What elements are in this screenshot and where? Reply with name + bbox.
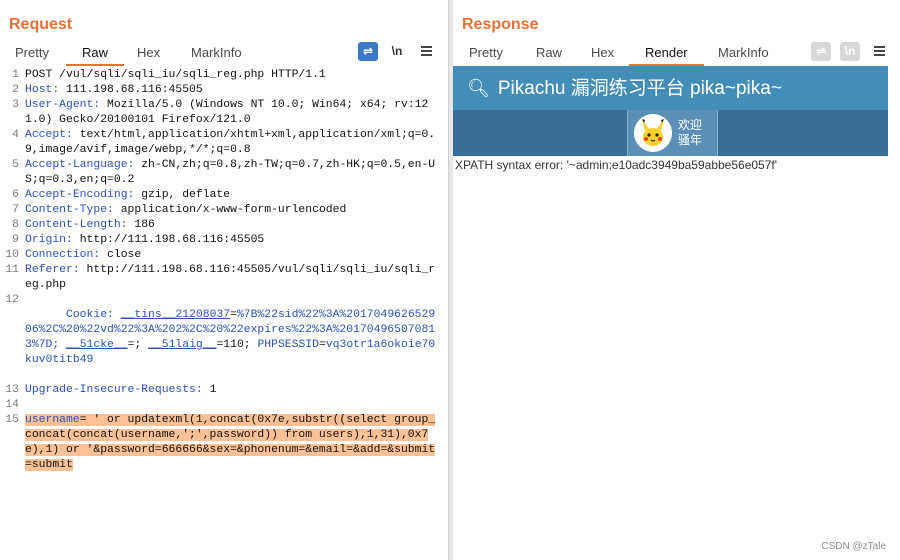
request-line: 8 Content-Length: 186 <box>0 218 440 233</box>
key-icon: 🔍︎ <box>467 78 490 98</box>
newline-toggle[interactable]: \n <box>387 42 407 61</box>
request-line: 1 POST /vul/sqli/sqli_iu/sqli_reg.php HTT… <box>0 68 440 83</box>
line-number: 1 <box>12 69 19 81</box>
tab-raw[interactable]: Raw <box>534 42 564 66</box>
header-name: Accept: <box>25 129 73 141</box>
line-number: 2 <box>12 84 19 96</box>
header-name: Host: <box>25 84 60 96</box>
wrap-icon: ⇌ <box>811 42 831 61</box>
line-number: 7 <box>12 204 19 216</box>
newline-toggle: \n <box>840 42 860 61</box>
header-name: User-Agent: <box>25 99 101 111</box>
header-value: http://111.198.68.116:45505 <box>72 234 265 246</box>
header-name: Connection: <box>25 249 101 261</box>
xpath-error-text: XPATH syntax error: '~admin;e10adc3949ba… <box>455 158 778 172</box>
request-editor[interactable]: 1 POST /vul/sqli/sqli_iu/sqli_reg.php HTT… <box>0 68 448 560</box>
pikachu-avatar <box>634 114 672 152</box>
tab-markinfo[interactable]: MarkInfo <box>189 42 244 66</box>
line-number: 4 <box>12 129 19 141</box>
tab-pretty[interactable]: Pretty <box>467 42 505 66</box>
welcome-box[interactable]: 欢迎 骚年 <box>627 110 718 156</box>
request-line: 10 Connection: close <box>0 248 440 263</box>
blank-line: 14 <box>5 399 19 411</box>
response-title: Response <box>462 16 539 33</box>
request-line: 11 Referer: http://111.198.68.116:45505/v… <box>0 263 440 293</box>
tab-markinfo[interactable]: MarkInfo <box>716 42 771 66</box>
header-value: POST /vul/sqli/sqli_iu/sqli_reg.php HTTP… <box>25 69 326 81</box>
menu-icon[interactable] <box>421 46 432 56</box>
line-number: 11 <box>5 264 19 276</box>
line-number: 6 <box>12 189 19 201</box>
line-number: 9 <box>12 234 19 246</box>
request-title: Request <box>9 16 73 33</box>
header-value: 1 <box>202 384 217 396</box>
header-value: text/html,application/xhtml+xml,applicat… <box>25 129 436 156</box>
request-line: 4 Accept: text/html,application/xhtml+xml… <box>0 128 440 158</box>
response-pane: Response Pretty Raw Hex Render MarkInfo … <box>453 0 900 560</box>
body-line: 15 username= ' or updatexml(1,concat(0x7e… <box>5 414 436 471</box>
render-view: 🔍︎ Pikachu 漏洞练习平台 pika~pika~ 欢迎 骚年 XPATH… <box>453 66 888 172</box>
request-line: 7 Content-Type: application/x-www-form-ur… <box>0 203 440 218</box>
menu-icon[interactable] <box>874 46 885 56</box>
header-value: 186 <box>127 219 155 231</box>
request-line: 2 Host: 111.198.68.116:45505 <box>0 83 440 98</box>
cookie-line: 12 Cookie: __tins__21208037=%7B%22sid%22%… <box>5 294 436 366</box>
header-name: Accept-Language: <box>25 159 135 171</box>
header-value: application/x-www-form-urlencoded <box>113 204 347 216</box>
tab-render[interactable]: Render <box>629 42 704 66</box>
request-line: 9 Origin: http://111.198.68.116:45505 <box>0 233 440 248</box>
request-tabs: Pretty Raw Hex MarkInfo <box>0 42 448 66</box>
header-name: Upgrade-Insecure-Requests: <box>25 384 203 396</box>
request-line: 6 Accept-Encoding: gzip, deflate <box>0 188 440 203</box>
site-title: Pikachu 漏洞练习平台 pika~pika~ <box>497 78 782 99</box>
request-line: 3 User-Agent: Mozilla/5.0 (Windows NT 10.… <box>0 98 440 128</box>
header-name: Origin: <box>25 234 73 246</box>
site-header: 🔍︎ Pikachu 漏洞练习平台 pika~pika~ <box>453 66 888 110</box>
welcome-text: 欢迎 骚年 <box>678 118 703 147</box>
tab-hex[interactable]: Hex <box>589 42 616 66</box>
site-nav: 欢迎 骚年 <box>453 110 888 156</box>
line-number: 13 <box>5 384 19 396</box>
header-value: gzip, deflate <box>134 189 231 201</box>
header-name: Content-Type: <box>25 204 114 216</box>
request-line: 5 Accept-Language: zh-CN,zh;q=0.8,zh-TW;q… <box>0 158 440 188</box>
request-pane: Request Pretty Raw Hex MarkInfo ⇌ \n 1 PO… <box>0 0 449 560</box>
line-number: 3 <box>12 99 19 111</box>
header-value: 111.198.68.116:45505 <box>59 84 203 96</box>
response-tabs: Pretty Raw Hex Render MarkInfo <box>453 42 900 66</box>
request-line: 13 Upgrade-Insecure-Requests: 1 <box>0 383 440 398</box>
watermark: CSDN @zTale <box>821 541 886 552</box>
tab-hex[interactable]: Hex <box>135 42 162 66</box>
header-name: Accept-Encoding: <box>25 189 135 201</box>
header-name: Referer: <box>25 264 80 276</box>
tab-raw[interactable]: Raw <box>65 42 125 66</box>
wrap-icon[interactable]: ⇌ <box>358 42 378 61</box>
line-number: 8 <box>12 219 19 231</box>
tab-pretty[interactable]: Pretty <box>13 42 51 66</box>
line-number: 10 <box>5 249 19 261</box>
line-number: 5 <box>12 159 19 171</box>
header-value: http://111.198.68.116:45505/vul/sqli/sql… <box>25 264 436 291</box>
header-name: Content-Length: <box>25 219 128 231</box>
header-value: close <box>100 249 142 261</box>
